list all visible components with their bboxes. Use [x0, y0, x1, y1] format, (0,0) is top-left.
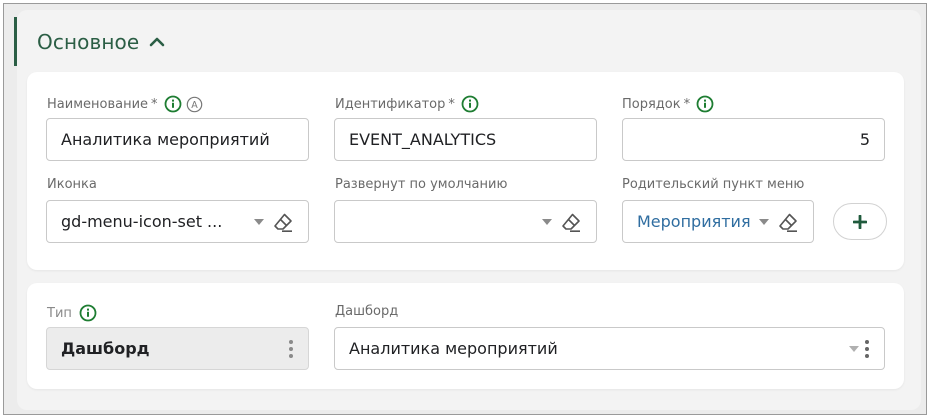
dashboard-label: Дашборд	[335, 304, 399, 319]
info-icon[interactable]	[164, 95, 182, 113]
caret-down-icon[interactable]	[542, 218, 552, 225]
kebab-icon[interactable]	[864, 338, 870, 360]
icon-label: Иконка	[47, 177, 97, 192]
add-parent-button[interactable]	[833, 203, 887, 240]
expanded-select[interactable]	[334, 200, 597, 243]
expanded-label: Развернут по умолчанию	[335, 177, 508, 192]
parent-label: Родительский пункт меню	[622, 177, 805, 192]
caret-down-icon[interactable]	[849, 345, 859, 352]
section-toggle[interactable]: Основное	[14, 17, 314, 66]
order-input[interactable]: 5	[622, 118, 885, 161]
auto-icon[interactable]: A	[186, 96, 203, 113]
identifier-label: Идентификатор *	[335, 95, 479, 113]
eraser-icon[interactable]	[777, 211, 799, 233]
dashboard-select[interactable]: Аналитика мероприятий	[334, 327, 885, 370]
name-input[interactable]: Аналитика мероприятий	[46, 118, 309, 161]
chevron-up-icon	[149, 36, 165, 48]
type-label: Тип	[47, 304, 97, 322]
eraser-icon[interactable]	[560, 211, 582, 233]
type-select: Дашборд	[46, 327, 309, 370]
identifier-input[interactable]: EVENT_ANALYTICS	[334, 118, 597, 161]
parent-select[interactable]: Мероприятия	[622, 200, 814, 243]
plus-icon	[853, 214, 867, 229]
icon-select[interactable]: gd-menu-icon-set ...	[46, 200, 309, 243]
info-icon[interactable]	[461, 95, 479, 113]
info-icon[interactable]	[79, 304, 97, 322]
caret-down-icon[interactable]	[254, 218, 264, 225]
info-icon[interactable]	[696, 95, 714, 113]
kebab-icon	[288, 338, 294, 360]
svg-text:A: A	[191, 100, 198, 111]
caret-down-icon[interactable]	[759, 218, 769, 225]
order-label: Порядок *	[622, 95, 714, 113]
section-title: Основное	[37, 29, 140, 54]
eraser-icon[interactable]	[272, 211, 294, 233]
name-label: Наименование * A	[47, 95, 203, 113]
